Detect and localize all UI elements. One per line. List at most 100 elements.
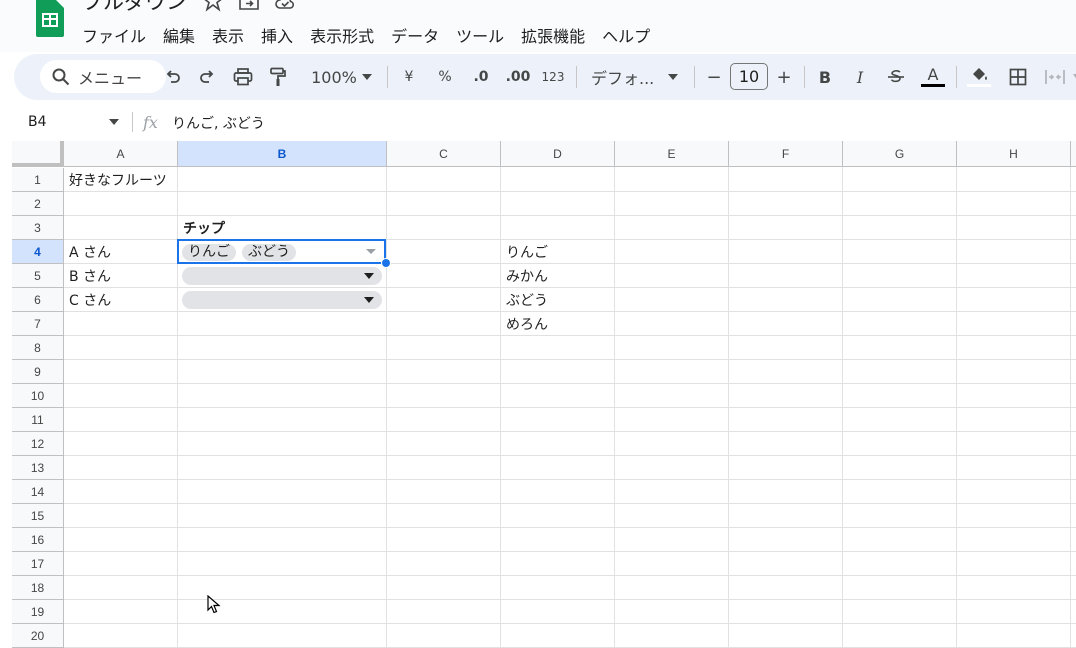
undo-button[interactable]	[162, 65, 184, 89]
bold-button[interactable]: B	[814, 65, 836, 89]
row-header-12[interactable]: 12	[12, 432, 64, 456]
zoom-select[interactable]: 100%	[304, 65, 364, 89]
cell-b4-selected[interactable]: りんご ぶどう	[177, 239, 386, 264]
column-header-c[interactable]: C	[387, 141, 501, 167]
menu-help[interactable]: ヘルプ	[602, 23, 659, 47]
cell-d6[interactable]: ぶどう	[501, 288, 548, 312]
increase-font-size-button[interactable]: +	[774, 65, 794, 89]
increase-decimal-button[interactable]: .00	[504, 65, 532, 89]
increase-decimal-label: .00	[505, 69, 531, 85]
menu-view[interactable]: 表示	[212, 23, 253, 47]
text-color-button[interactable]: A	[920, 65, 946, 89]
decrease-decimal-button[interactable]: .0	[468, 65, 494, 89]
font-size-input[interactable]: 10	[730, 63, 768, 90]
menu-edit[interactable]: 編集	[163, 23, 204, 47]
row-header-18[interactable]: 18	[12, 576, 64, 600]
decrease-font-size-button[interactable]: −	[704, 65, 724, 89]
row-header-9[interactable]: 9	[12, 360, 64, 384]
fill-handle[interactable]	[381, 258, 391, 268]
cell-d7[interactable]: めろん	[501, 312, 548, 336]
fill-color-icon	[973, 68, 987, 80]
column-header-f[interactable]: F	[729, 141, 843, 167]
fill-color-swatch	[967, 84, 991, 87]
column-header-h[interactable]: H	[957, 141, 1071, 167]
menu-file[interactable]: ファイル	[82, 23, 155, 47]
select-all-corner[interactable]	[12, 141, 64, 167]
cell-a5[interactable]: B さん	[64, 264, 111, 288]
dropdown-arrow-icon[interactable]	[364, 297, 374, 303]
row-header-10[interactable]: 10	[12, 384, 64, 408]
print-button[interactable]	[231, 65, 255, 89]
fx-icon: fx	[143, 113, 158, 132]
name-box-dropdown-icon[interactable]	[109, 119, 119, 125]
merge-dropdown-icon[interactable]	[1072, 65, 1076, 89]
row-header-16[interactable]: 16	[12, 528, 64, 552]
fill-color-button[interactable]	[966, 65, 992, 89]
dropdown-arrow-icon[interactable]	[364, 273, 374, 279]
italic-button[interactable]: I	[850, 65, 870, 89]
name-box[interactable]: B4	[28, 114, 47, 130]
paint-format-icon	[270, 67, 286, 86]
row-header-7[interactable]: 7	[12, 312, 64, 336]
zoom-value: 100%	[311, 67, 357, 87]
row-header-19[interactable]: 19	[12, 600, 64, 624]
row-header-13[interactable]: 13	[12, 456, 64, 480]
cell-d5[interactable]: みかん	[501, 264, 548, 288]
cell-b3[interactable]: チップ	[178, 216, 225, 240]
row-header-14[interactable]: 14	[12, 480, 64, 504]
row-header-2[interactable]: 2	[12, 192, 64, 216]
search-label: メニュー	[78, 68, 143, 88]
menu-data[interactable]: データ	[391, 23, 448, 47]
percent-format-button[interactable]: %	[435, 65, 455, 89]
row-header-5[interactable]: 5	[12, 264, 64, 288]
chip-grape[interactable]: ぶどう	[242, 244, 296, 261]
sheets-logo-icon[interactable]	[36, 0, 64, 37]
print-icon	[233, 68, 253, 86]
row-header-20[interactable]: 20	[12, 624, 64, 648]
title-bar: プルダウン ファイル 編集 表示 挿入 表示形式 データ ツール 拡張機能 ヘル…	[0, 0, 1076, 52]
font-family-select[interactable]: デフォ...	[591, 65, 655, 89]
more-formats-button[interactable]: 123	[540, 65, 566, 89]
strikethrough-button[interactable]	[884, 65, 908, 89]
star-icon[interactable]	[202, 0, 224, 12]
formula-input[interactable]: りんご, ぶどう	[172, 113, 265, 133]
cell-b5-dropdown[interactable]	[182, 267, 382, 285]
row-header-8[interactable]: 8	[12, 336, 64, 360]
font-dropdown-icon[interactable]	[666, 65, 680, 89]
zoom-dropdown-icon[interactable]	[360, 65, 374, 89]
cloud-saved-icon[interactable]	[274, 0, 296, 12]
menu-extensions[interactable]: 拡張機能	[521, 23, 594, 47]
move-to-folder-icon[interactable]	[238, 0, 260, 12]
column-header-e[interactable]: E	[615, 141, 729, 167]
chip-apple[interactable]: りんご	[182, 244, 236, 261]
cell-a6[interactable]: C さん	[64, 288, 111, 312]
menu-format[interactable]: 表示形式	[310, 23, 383, 47]
row-header-1[interactable]: 1	[12, 168, 64, 192]
row-header-4[interactable]: 4	[12, 240, 64, 264]
cell-a4[interactable]: A さん	[64, 240, 111, 264]
row-header-15[interactable]: 15	[12, 504, 64, 528]
menu-search[interactable]: メニュー	[40, 60, 166, 93]
column-header-a[interactable]: A	[64, 141, 178, 167]
paint-format-button[interactable]	[266, 65, 290, 89]
cell-a1[interactable]: 好きなフルーツ	[64, 168, 167, 192]
dropdown-arrow-icon[interactable]	[366, 249, 376, 254]
menu-insert[interactable]: 挿入	[261, 23, 302, 47]
column-header-g[interactable]: G	[843, 141, 957, 167]
spreadsheet-grid[interactable]: A B C D E F G H 1 2 3 4 5 6 7 8 9 10 11 …	[12, 141, 1076, 648]
column-header-i[interactable]	[1071, 141, 1076, 167]
redo-button[interactable]	[196, 65, 218, 89]
column-header-b[interactable]: B	[178, 141, 387, 167]
merge-cells-button[interactable]	[1042, 65, 1068, 89]
cell-d4[interactable]: りんご	[501, 240, 548, 264]
currency-format-button[interactable]: ¥	[400, 65, 418, 89]
cell-b6-dropdown[interactable]	[182, 291, 382, 309]
row-header-11[interactable]: 11	[12, 408, 64, 432]
row-header-3[interactable]: 3	[12, 216, 64, 240]
row-header-17[interactable]: 17	[12, 552, 64, 576]
row-header-6[interactable]: 6	[12, 288, 64, 312]
borders-button[interactable]	[1006, 65, 1030, 89]
menu-tools[interactable]: ツール	[456, 23, 513, 47]
document-title[interactable]: プルダウン	[82, 0, 187, 16]
column-header-d[interactable]: D	[501, 141, 615, 167]
